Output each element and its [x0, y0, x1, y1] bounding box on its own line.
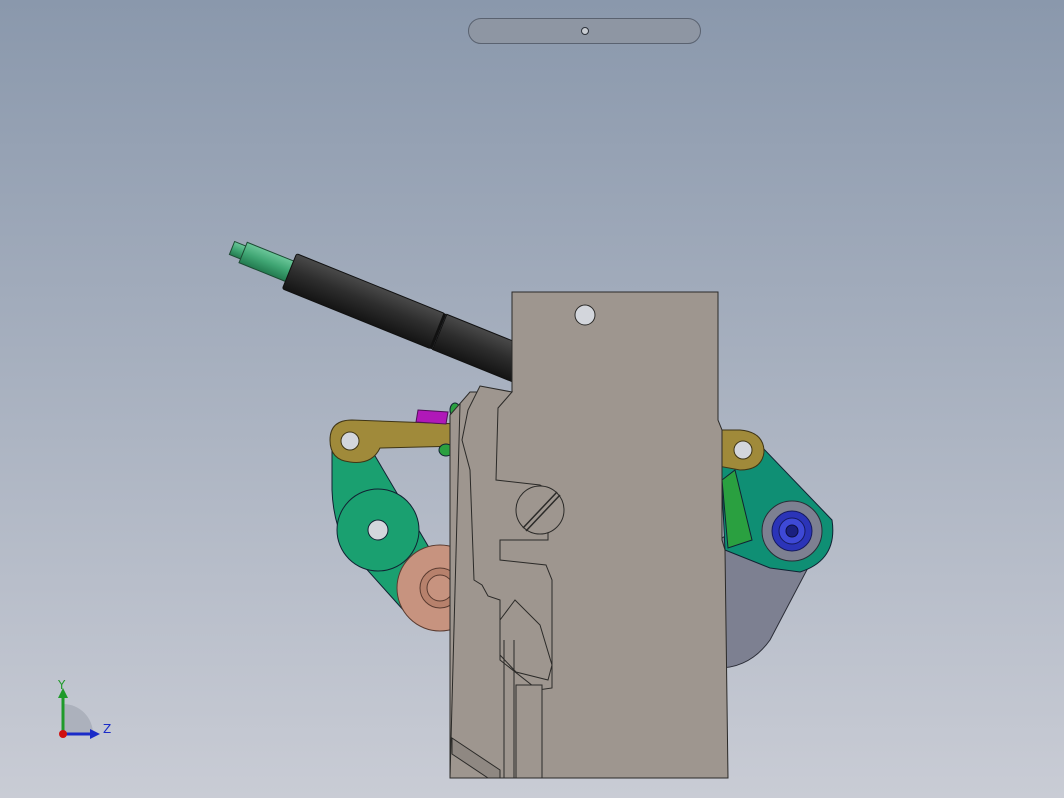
- right-olive-link[interactable]: [717, 429, 765, 471]
- triad-z-label: Z: [103, 722, 111, 736]
- cad-graphics-viewport[interactable]: Y Z: [0, 0, 1064, 798]
- gear-hub[interactable]: [771, 510, 813, 552]
- triad-z-arrow-icon: [90, 729, 100, 739]
- housing-mount-hole: [574, 304, 596, 326]
- reference-triad: Y Z: [57, 678, 111, 739]
- heads-up-view-toolbar[interactable]: [468, 18, 701, 44]
- latch-slot: [515, 684, 543, 779]
- circle-handle-icon[interactable]: [581, 27, 589, 35]
- triad-x-axis-dot: [59, 730, 67, 738]
- left-link-hole: [340, 431, 360, 451]
- magenta-pin[interactable]: [415, 409, 449, 425]
- triad-quadrant: [63, 704, 93, 734]
- left-arm-roller-hole: [367, 519, 389, 541]
- triad-y-label: Y: [57, 678, 66, 692]
- slotted-screw[interactable]: [515, 485, 565, 535]
- right-link-hole: [733, 440, 753, 460]
- cad-model-view[interactable]: [0, 0, 1064, 798]
